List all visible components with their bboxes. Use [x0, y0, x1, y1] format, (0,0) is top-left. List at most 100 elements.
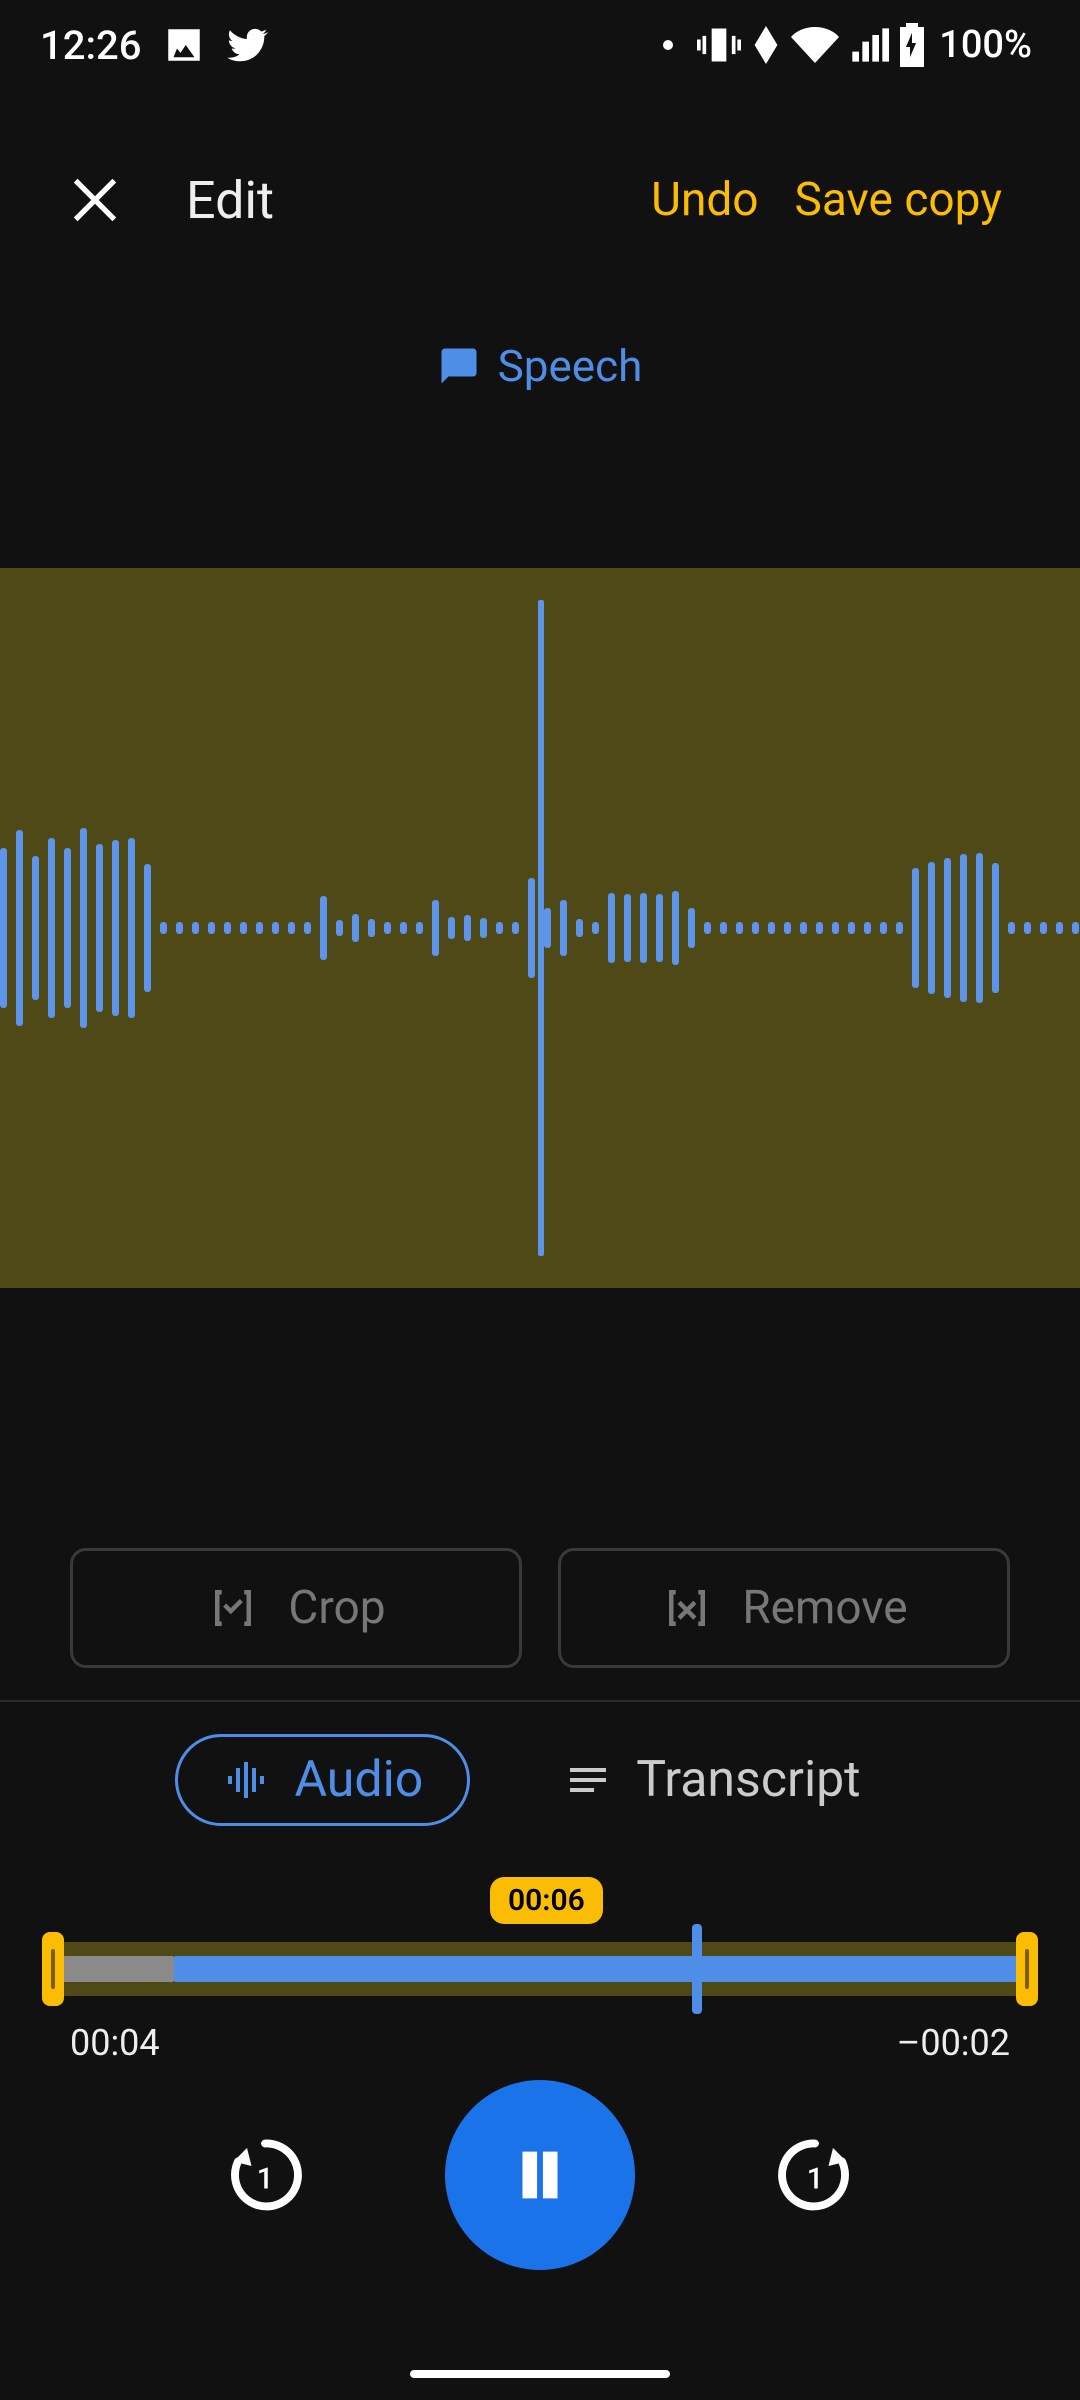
waveform-bar [656, 894, 663, 962]
crop-button[interactable]: Crop [70, 1548, 522, 1668]
forward-button[interactable]: 1 [765, 2125, 865, 2225]
waveform-bar [784, 922, 791, 934]
time-labels: 00:04 –00:02 [70, 2022, 1010, 2064]
tab-audio[interactable]: Audio [175, 1734, 470, 1826]
speech-chip[interactable]: Speech [0, 340, 1080, 392]
waveform-bar [176, 922, 183, 934]
crop-icon [206, 1581, 260, 1635]
waveform-bar [448, 917, 455, 939]
waveform-bar [128, 838, 135, 1018]
save-copy-button[interactable]: Save copy [777, 163, 1020, 237]
waveform-bar [32, 856, 39, 1000]
waveform-bar [992, 863, 999, 993]
waveform-bar [480, 918, 487, 938]
waveform-bar [1040, 922, 1047, 934]
waveform-bar [768, 922, 775, 934]
image-icon [163, 24, 205, 66]
waveform-bar [976, 853, 983, 1003]
waveform-bar [336, 920, 343, 936]
waveform-bar [112, 840, 119, 1016]
playback-controls: 1 1 [0, 2080, 1080, 2270]
close-icon [66, 171, 124, 229]
waveform-bar [384, 922, 391, 934]
waveform-bar [16, 830, 23, 1026]
waveform-bar [496, 922, 503, 934]
waveform-bar [624, 894, 631, 962]
header: Edit Undo Save copy [0, 140, 1080, 260]
trim-timeline[interactable] [42, 1924, 1038, 2014]
svg-text:1: 1 [807, 2163, 824, 2197]
waveform-bar [224, 922, 231, 934]
waveform-bar [368, 919, 375, 937]
waveform-bar [80, 828, 87, 1028]
waveform-bar [880, 922, 887, 934]
waveform-bar [928, 862, 935, 994]
waveform-bar [576, 919, 583, 937]
waveform-bar [528, 878, 535, 978]
view-tabs: Audio Transcript [0, 1734, 1080, 1826]
waveform-bar [96, 844, 103, 1012]
page-title: Edit [186, 170, 274, 231]
waveform-bar [1072, 922, 1079, 934]
remove-button[interactable]: Remove [558, 1548, 1010, 1668]
waveform-bar [432, 900, 439, 956]
waveform-bar [464, 915, 471, 941]
close-button[interactable] [60, 165, 130, 235]
waveform-bar [608, 893, 615, 963]
crop-label: Crop [288, 1581, 385, 1635]
waveform-bar [592, 922, 599, 934]
svg-text:1: 1 [257, 2163, 274, 2197]
waveform-bar [64, 848, 71, 1008]
waveform-bar [320, 896, 327, 960]
waveform-bar [720, 922, 727, 934]
rewind-icon: 1 [220, 2130, 310, 2220]
waveform-bar [800, 922, 807, 934]
wifi-icon [791, 21, 839, 69]
navigation-handle[interactable] [410, 2370, 670, 2378]
waveform-bar [0, 848, 7, 1008]
playhead[interactable] [538, 600, 544, 1256]
waveform-icon [222, 1756, 270, 1804]
waveform-bar [912, 868, 919, 988]
trim-handle-right[interactable] [1016, 1932, 1038, 2006]
waveform-bar [1056, 922, 1063, 934]
waveform-bar [240, 922, 247, 934]
timeline-playhead[interactable] [692, 1924, 702, 2014]
remove-icon [660, 1581, 714, 1635]
tab-transcript[interactable]: Transcript [520, 1737, 904, 1823]
waveform-bar [400, 922, 407, 934]
waveform-bar [816, 922, 823, 934]
time-tooltip: 00:06 [490, 1877, 603, 1924]
waveform-bar [512, 922, 519, 934]
waveform-bar [672, 891, 679, 965]
waveform-bar [48, 838, 55, 1018]
speech-bubble-icon [438, 345, 480, 387]
waveform-bar [144, 864, 151, 992]
battery-percent: 100% [939, 23, 1032, 67]
waveform-bar [352, 914, 359, 942]
edit-actions: Crop Remove [70, 1548, 1010, 1668]
undo-button[interactable]: Undo [633, 163, 776, 237]
waveform-bar [848, 922, 855, 934]
waveform-bar [544, 908, 551, 948]
data-saver-icon [751, 26, 781, 64]
status-time: 12:26 [40, 22, 141, 69]
remove-label: Remove [742, 1581, 907, 1635]
waveform-bar [704, 922, 711, 934]
trim-selection [174, 1956, 1018, 1982]
pause-icon [505, 2140, 575, 2210]
pause-button[interactable] [445, 2080, 635, 2270]
waveform-bar [960, 854, 967, 1002]
waveform-bar [1024, 922, 1031, 934]
speech-label: Speech [498, 340, 643, 392]
waveform-bar [256, 922, 263, 934]
twitter-icon [227, 24, 269, 66]
waveform-bar [944, 858, 951, 998]
waveform-bar [640, 893, 647, 963]
rewind-button[interactable]: 1 [215, 2125, 315, 2225]
waveform-bar [832, 922, 839, 934]
waveform-area[interactable] [0, 568, 1080, 1288]
trim-played [62, 1956, 174, 1982]
trim-handle-left[interactable] [42, 1932, 64, 2006]
waveform-bar [864, 922, 871, 934]
